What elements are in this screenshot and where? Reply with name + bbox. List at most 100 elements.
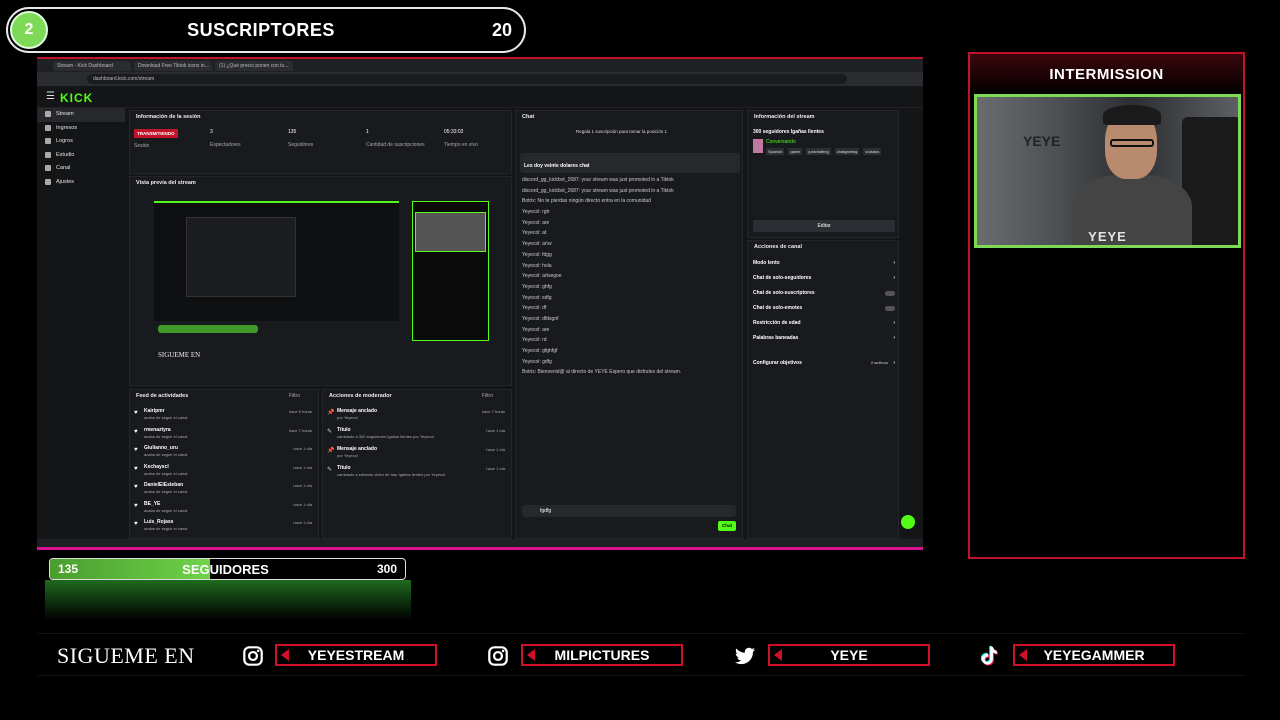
tag: game [788, 148, 803, 155]
sidebar-item-stream[interactable]: Stream [37, 108, 125, 122]
preview-followers-bar [158, 325, 258, 333]
action-emotes-only[interactable]: Chat de solo-emotes [750, 302, 898, 317]
stream-info-header: Información del stream [754, 114, 815, 120]
sidebar-item-canal[interactable]: Canal [37, 162, 125, 176]
chevron-right-icon: › [893, 320, 895, 326]
feed-item: ♥ Luis_Rojass acaba de seguir el canal hace… [134, 519, 312, 531]
tiktok-icon [980, 645, 998, 666]
stat-value: 05:33:02 [444, 129, 464, 135]
social-handle-yeyegammer[interactable]: YEYEGAMMER [1013, 644, 1175, 666]
mod-filter-button[interactable]: Filtro [482, 393, 493, 399]
browser-tab[interactable]: Stream - Kick Dashboard [53, 61, 131, 71]
toggle-switch[interactable] [885, 306, 895, 311]
action-age-restriction[interactable]: Restricción de edad › [750, 317, 898, 332]
activity-feed-panel: Feed de actividades Filtro ♥ Kairipmr acab… [129, 389, 319, 539]
kick-logo[interactable]: KICK [60, 91, 93, 105]
followers-goal-bar: 135 SEGUIDORES 300 [49, 558, 406, 580]
social-handle-milpictures[interactable]: MILPICTURES [521, 644, 683, 666]
channel-icon [45, 165, 51, 171]
social-handle-yeyestream[interactable]: YEYESTREAM [275, 644, 437, 666]
action-subscribers-only[interactable]: Chat de solo-suscriptores [750, 287, 898, 302]
subscribers-title: SUSCRIPTORES [187, 20, 335, 40]
subscribers-goal: 20 [491, 20, 512, 40]
feed-item: ♥ DanielElEsteban acaba de seguir el canal… [134, 482, 312, 494]
followers-glow [45, 580, 411, 620]
chat-message: Yeyecol: sdfg [522, 294, 552, 301]
help-icon[interactable] [901, 515, 915, 529]
followers-goal: 300 [376, 562, 397, 576]
pinned-message: Les doy veinte dolares chat [520, 153, 740, 173]
social-heading: SIGUEME EN [57, 643, 195, 668]
intermission-panel: INTERMISSION YEYE YEYE [968, 52, 1245, 559]
preview-cam-box [412, 201, 489, 341]
tag: Spanish [766, 148, 785, 155]
menu-icon[interactable]: ☰ [46, 91, 55, 102]
session-info-header: Información de la sesión [136, 114, 201, 120]
edit-button[interactable]: Editar [753, 220, 895, 232]
activity-feed-list: ♥ Kairipmr acaba de seguir el canal hace 6 … [134, 408, 316, 538]
session-label: Sesión [134, 143, 150, 149]
action-followers-only[interactable]: Chat de solo-seguidores › [750, 272, 898, 287]
chat-message: Yeyecol: ghfg [522, 283, 552, 290]
browser-tab[interactable]: (1) ¿Qué precio ponen con tu... [215, 61, 293, 71]
gear-icon [45, 178, 51, 185]
money-icon [45, 124, 51, 131]
trophy-icon [45, 138, 51, 144]
stat-label: Seguidores [288, 142, 314, 148]
stream-preview-panel: Vista previa del stream SIGUEME EN [129, 176, 512, 386]
category-thumbnail [753, 139, 763, 153]
channel-actions-header: Acciones de canal [754, 244, 802, 250]
social-links-bar: SIGUEME EN YEYESTREAM MILPICTURES YEYE Y… [37, 633, 1244, 676]
browser-toolbar: dashboard.kick.com/stream [37, 72, 923, 86]
kick-header: ☰ KICK [37, 86, 923, 108]
mod-action-item: ✎ Título cambiado a edtando video de trap … [327, 465, 505, 477]
chat-message: discord_gg_kickbot_2687: your stream was… [522, 177, 674, 183]
chevron-right-icon: › [893, 275, 895, 281]
sidebar-item-logros[interactable]: Logros [37, 135, 125, 149]
chat-message: Botrix: No te pierdas ningún directo ent… [522, 198, 651, 205]
channel-actions-panel: Acciones de canal Modo lento › Chat de so… [747, 240, 899, 539]
preview-social-heading: SIGUEME EN [158, 351, 201, 359]
browser-tab[interactable]: Download Free Tiktok icons in... [134, 61, 212, 71]
chat-message: Botrix: Bienvenid@ al directo de YEYE Es… [522, 369, 682, 376]
chat-message: Yeyecol: ar\w [522, 241, 552, 248]
feed-filter-button[interactable]: Filtro [289, 393, 300, 399]
chat-input[interactable]: fgdfg [522, 505, 736, 517]
heart-icon: ♥ [134, 447, 138, 453]
live-badge: TRANSMITIENDO [134, 129, 178, 138]
stat-value: 1 [366, 129, 369, 135]
title-icon: ✎ [327, 429, 333, 435]
feed-item: ♥ BE_YE acaba de seguir el canal hace 1 día [134, 500, 312, 513]
preview-nested-screen [186, 217, 296, 297]
webcam-feed: YEYE YEYE [974, 94, 1241, 248]
mod-actions-panel: Acciones de moderador Filtro 📌 Mensaje an… [322, 389, 512, 539]
action-objectives[interactable]: Configurar objetivos 2 activos › [750, 357, 898, 372]
action-banned-words[interactable]: Palabras baneadas › [750, 332, 898, 347]
action-slow-mode[interactable]: Modo lento › [750, 257, 898, 272]
chat-message: Yeyecol: are [522, 326, 550, 333]
sidebar-item-ajustes[interactable]: Ajustes [37, 176, 125, 190]
stream-tags: Spanish game justchatting chatgaming vol… [766, 148, 882, 155]
stream-preview-header: Vista previa del stream [136, 180, 196, 186]
preview-screen [154, 201, 399, 321]
tag: volados [863, 148, 882, 155]
stat-label: Espectadores [210, 142, 241, 148]
webcam-brand-label: YEYE [1088, 229, 1127, 244]
mod-action-item: ✎ Título cambiado a 300 seguidores Igañas … [327, 427, 505, 439]
feed-item: ♥ rmenaztyra acaba de seguir el canal hace … [134, 426, 312, 439]
pin-icon: 📌 [327, 448, 335, 454]
stat-value: 135 [288, 129, 297, 135]
mod-action-item: 📌 Mensaje anclado por Yeyecol hace 1 día [327, 446, 505, 458]
heart-icon: ♥ [134, 502, 138, 509]
instagram-icon [488, 646, 508, 666]
toggle-switch[interactable] [885, 291, 895, 296]
title-icon: ✎ [327, 467, 333, 473]
social-handle-yeye[interactable]: YEYE [768, 644, 930, 666]
stream-category[interactable]: Conversando [766, 139, 796, 145]
chat-panel: Chat Regala 1 suscripción para tomar la … [515, 110, 743, 539]
sidebar-item-ingresos[interactable]: Ingresos [37, 122, 125, 136]
address-bar[interactable]: dashboard.kick.com/stream [87, 74, 847, 84]
chat-send-button[interactable]: Chat [718, 521, 736, 531]
chat-message: Yeyecol: fdgg [522, 251, 552, 258]
sidebar-item-estudio[interactable]: Estudio [37, 149, 125, 163]
